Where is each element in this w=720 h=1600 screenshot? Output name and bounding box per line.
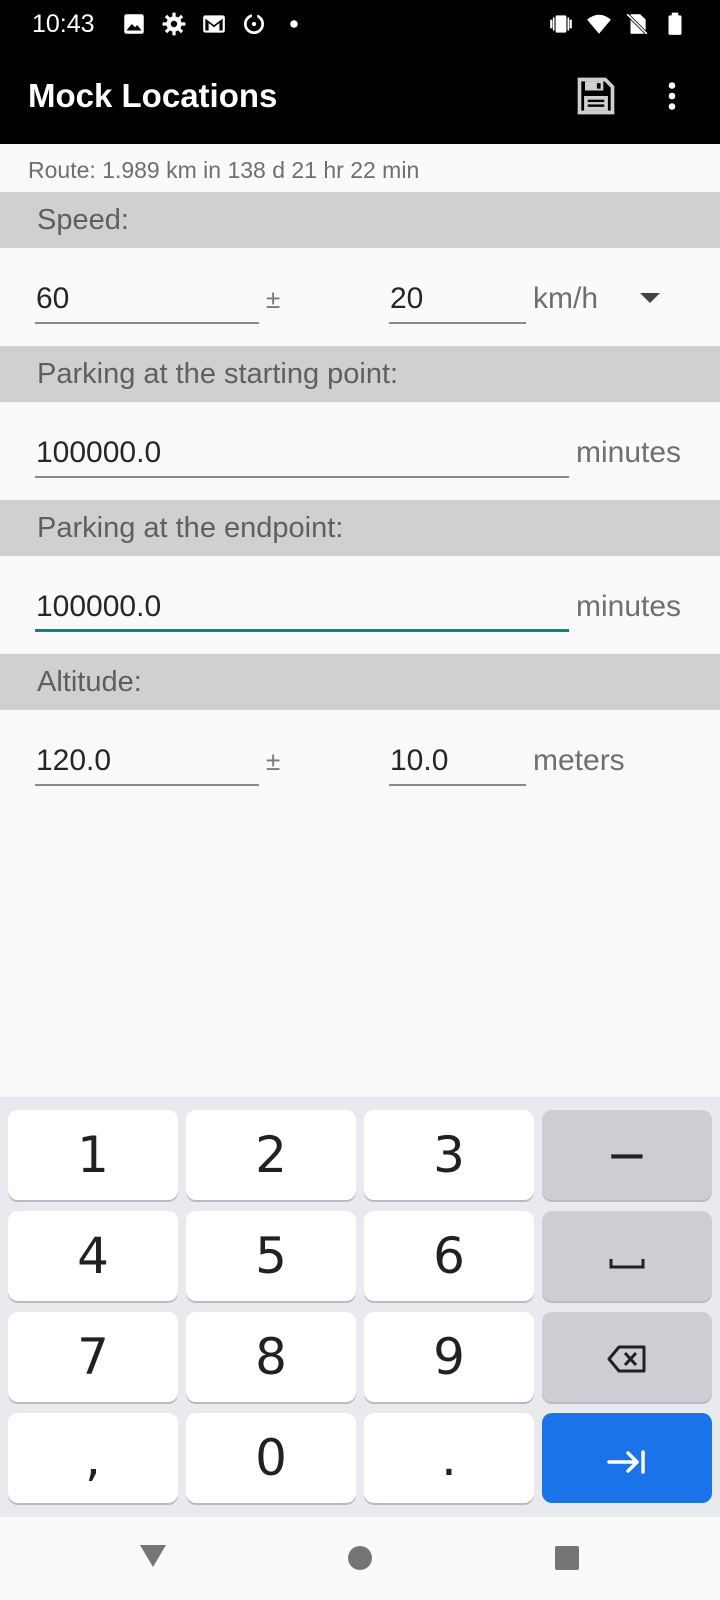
speed-input[interactable]: 60 (35, 274, 259, 324)
chevron-down-icon[interactable] (640, 293, 660, 303)
speed-plusminus: ± (266, 284, 281, 314)
status-bar: 10:43 (0, 0, 720, 48)
altitude-deviation-input[interactable]: 10.0 (389, 736, 526, 786)
key-8[interactable]: 8 (186, 1312, 356, 1402)
key-space[interactable] (542, 1211, 712, 1301)
key-3[interactable]: 3 (364, 1110, 534, 1200)
altitude-input[interactable]: 120.0 (35, 736, 259, 786)
back-icon[interactable] (118, 1521, 188, 1591)
status-left: 10:43 (32, 10, 307, 39)
no-sim-icon (624, 11, 650, 37)
speed-header: Speed: (0, 192, 720, 248)
altitude-plusminus: ± (266, 746, 281, 776)
key-period[interactable]: . (364, 1413, 534, 1503)
vibrate-icon (548, 11, 574, 37)
space-icon (607, 1227, 647, 1285)
key-1[interactable]: 1 (8, 1110, 178, 1200)
altitude-unit: meters (533, 744, 625, 777)
key-backspace[interactable] (542, 1312, 712, 1402)
sync-icon (241, 11, 267, 37)
altitude-header: Altitude: (0, 654, 720, 710)
parking-end-unit: minutes (576, 590, 682, 623)
key-2[interactable]: 2 (186, 1110, 356, 1200)
home-icon[interactable] (325, 1523, 395, 1593)
key-minus[interactable]: − (542, 1110, 712, 1200)
recents-icon[interactable] (532, 1523, 602, 1593)
key-9[interactable]: 9 (364, 1312, 534, 1402)
navigation-bar (0, 1517, 720, 1600)
save-icon[interactable] (560, 60, 632, 132)
speed-unit-select[interactable]: km/h (533, 274, 598, 324)
settings-icon (161, 11, 187, 37)
status-time: 10:43 (32, 9, 95, 38)
parking-end-header: Parking at the endpoint: (0, 500, 720, 556)
app-bar: Mock Locations (0, 48, 720, 144)
route-summary: Route: 1.989 km in 138 d 21 hr 22 min (28, 157, 420, 183)
battery-icon (662, 11, 688, 37)
wifi-icon (586, 11, 612, 37)
parking-end-input[interactable]: 100000.0 (35, 582, 569, 632)
key-5[interactable]: 5 (186, 1211, 356, 1301)
key-4[interactable]: 4 (8, 1211, 178, 1301)
key-0[interactable]: 0 (186, 1413, 356, 1503)
image-icon (121, 11, 147, 37)
key-7[interactable]: 7 (8, 1312, 178, 1402)
speed-deviation-input[interactable]: 20 (389, 274, 526, 324)
status-right (548, 11, 688, 37)
key-comma[interactable]: , (8, 1413, 178, 1503)
key-next[interactable] (542, 1413, 712, 1503)
tab-next-icon (607, 1429, 647, 1487)
dot-icon (281, 11, 307, 37)
parking-start-unit: minutes (576, 436, 682, 469)
parking-start-input[interactable]: 100000.0 (35, 428, 569, 478)
key-6[interactable]: 6 (364, 1211, 534, 1301)
numeric-keyboard: 1 2 3 − 4 5 6 7 8 9 , 0 . (0, 1097, 720, 1517)
parking-start-header: Parking at the starting point: (0, 346, 720, 402)
app-title: Mock Locations (28, 77, 278, 114)
backspace-icon (607, 1328, 647, 1386)
more-vert-icon[interactable] (636, 60, 708, 132)
gmail-icon (201, 11, 227, 37)
